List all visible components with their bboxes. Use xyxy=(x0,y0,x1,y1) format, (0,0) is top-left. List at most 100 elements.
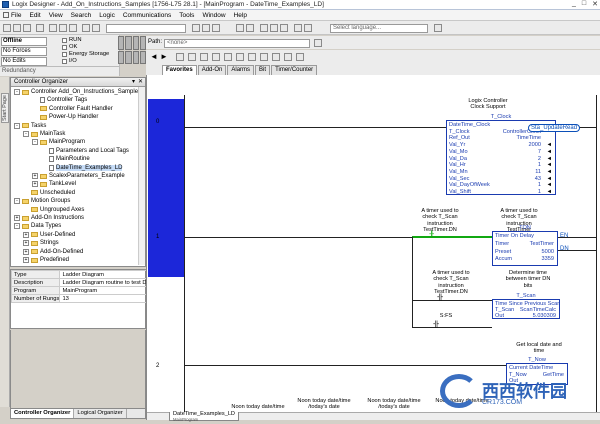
operand-value[interactable]: TestTimer xyxy=(530,241,554,247)
tree-item[interactable]: + ScalexParameters_Example xyxy=(32,172,125,180)
mode-status[interactable]: Offline xyxy=(1,37,47,46)
expander-icon[interactable]: - xyxy=(14,198,20,205)
cut-icon[interactable] xyxy=(49,24,57,32)
rung-icon[interactable] xyxy=(176,53,184,61)
tree-item[interactable]: + TankLevel xyxy=(32,180,76,188)
xio-icon[interactable] xyxy=(224,53,232,61)
otl-icon[interactable] xyxy=(248,53,256,61)
tree-item[interactable]: Ungrouped Axes xyxy=(23,206,84,214)
expander-icon[interactable]: + xyxy=(32,173,38,179)
monitor-icon[interactable] xyxy=(270,24,278,32)
tree-item[interactable]: - Motion Groups xyxy=(14,197,70,205)
ton-en-coil[interactable]: EN xyxy=(560,233,568,239)
menu-file[interactable]: File xyxy=(11,12,21,19)
property-value[interactable]: 13 xyxy=(59,294,153,303)
expander-icon[interactable]: - xyxy=(32,139,38,146)
redo-icon[interactable] xyxy=(92,24,100,32)
tab-alarms[interactable]: Alarms xyxy=(227,65,255,75)
verify-icon[interactable] xyxy=(236,24,244,32)
operand-value[interactable]: TimeTime xyxy=(517,135,541,141)
help-icon[interactable] xyxy=(434,24,442,32)
operand-value[interactable]: 2000 xyxy=(529,142,541,148)
tree-item[interactable]: - Data Types xyxy=(14,222,61,230)
ote-icon[interactable] xyxy=(236,53,244,61)
expander-icon[interactable]: + xyxy=(32,181,38,188)
osf-icon[interactable] xyxy=(296,53,304,61)
close-button[interactable]: ✕ xyxy=(592,0,598,8)
who-active-icon[interactable] xyxy=(314,39,322,47)
save-icon[interactable] xyxy=(23,24,31,32)
tab-favorites[interactable]: Favorites xyxy=(162,65,197,75)
expander-icon[interactable]: + xyxy=(23,240,29,247)
tree-item[interactable]: + Add-On-Defined xyxy=(23,248,83,256)
trend-icon[interactable] xyxy=(280,24,288,32)
branch-level-icon[interactable] xyxy=(200,53,208,61)
menu-logic[interactable]: Logic xyxy=(99,12,115,19)
operand-value[interactable]: 5.030309 xyxy=(533,313,556,319)
forces-status[interactable]: No Forces xyxy=(1,47,47,56)
verify-all-icon[interactable] xyxy=(246,24,254,32)
close-icon[interactable]: ✕ xyxy=(138,78,143,86)
crossref-icon[interactable] xyxy=(304,24,312,32)
operand-value[interactable]: 1 xyxy=(538,162,541,168)
redundancy-status[interactable]: Redundancy xyxy=(0,66,120,75)
tree-item[interactable]: - MainTask xyxy=(23,130,65,138)
tree-item[interactable]: Controller Fault Handler xyxy=(32,105,113,113)
t-scan-instruction[interactable]: T_Scan Time Since Previous Scan T_Scan Sca… xyxy=(492,293,560,319)
menu-help[interactable]: Help xyxy=(234,12,247,19)
path-select[interactable]: <none> xyxy=(164,39,310,48)
tree-item[interactable]: + Strings xyxy=(23,239,59,247)
expander-icon[interactable]: - xyxy=(23,131,29,137)
otu-icon[interactable] xyxy=(260,53,268,61)
replace-icon[interactable] xyxy=(212,24,220,32)
tab-add-on[interactable]: Add-On xyxy=(197,65,227,75)
expander-icon[interactable]: + xyxy=(23,231,29,238)
language-select[interactable]: Select language... xyxy=(330,24,428,33)
find-next-icon[interactable] xyxy=(202,24,210,32)
tree-item[interactable]: - Tasks xyxy=(14,122,46,130)
tab-logical-organizer[interactable]: Logical Organizer xyxy=(74,409,127,418)
nav-left-icon[interactable]: ◄ xyxy=(150,52,158,61)
expander-icon[interactable]: + xyxy=(14,215,20,221)
paste-icon[interactable] xyxy=(69,24,77,32)
rung1-contact-a[interactable]: -||- xyxy=(429,231,434,238)
operand-value[interactable]: 5000 xyxy=(542,249,554,255)
expander-icon[interactable]: + xyxy=(23,257,29,263)
ton-dn-coil[interactable]: DN xyxy=(560,246,569,252)
open-icon[interactable] xyxy=(13,24,21,32)
tree-item[interactable]: + User-Defined xyxy=(23,231,75,239)
rung-selection-block[interactable] xyxy=(148,99,184,277)
expander-icon[interactable]: - xyxy=(14,223,20,230)
osr-icon[interactable] xyxy=(284,53,292,61)
watch-icon[interactable] xyxy=(294,24,302,32)
tree-item[interactable]: Controller Tags xyxy=(32,96,87,104)
rung1-contact-c[interactable]: -| |- xyxy=(437,294,443,301)
property-value[interactable]: MainProgram xyxy=(59,286,153,295)
tree-item[interactable]: Unscheduled xyxy=(23,189,75,197)
tree-item[interactable]: + Add-On Instructions xyxy=(14,214,84,222)
expander-icon[interactable]: - xyxy=(14,122,20,129)
nav-right-icon[interactable]: ► xyxy=(160,52,168,61)
operand-value[interactable]: 2 xyxy=(538,156,541,162)
mdi-icon[interactable] xyxy=(3,12,9,18)
new-icon[interactable] xyxy=(3,24,11,32)
start-page-tab[interactable]: Start Page xyxy=(1,93,9,123)
operand-value[interactable]: 7 xyxy=(538,149,541,155)
minimize-button[interactable]: _ xyxy=(572,0,576,8)
tab-controller-organizer[interactable]: Controller Organizer xyxy=(11,409,75,418)
tab-bit[interactable]: Bit xyxy=(255,65,271,75)
organizer-scrollbar[interactable] xyxy=(138,87,145,265)
tab-timer-counter[interactable]: Timer/Counter xyxy=(271,65,318,75)
expander-icon[interactable]: - xyxy=(14,89,20,95)
undo-icon[interactable] xyxy=(82,24,90,32)
tree-item[interactable]: Parameters and Local Tags xyxy=(41,147,129,155)
operand-value[interactable]: 1 xyxy=(538,189,541,195)
tree-item[interactable]: - Controller Add_On_Instructions_Samples xyxy=(14,88,141,96)
expander-icon[interactable]: + xyxy=(23,248,29,255)
menu-edit[interactable]: Edit xyxy=(29,12,40,19)
print-icon[interactable] xyxy=(36,24,44,32)
rung0-output-coil[interactable]: Sta_UpdateRead xyxy=(528,124,581,132)
property-value[interactable]: Ladder Diagram xyxy=(59,270,153,279)
maximize-button[interactable]: □ xyxy=(582,0,586,8)
tree-item[interactable]: Power-Up Handler xyxy=(32,113,98,121)
